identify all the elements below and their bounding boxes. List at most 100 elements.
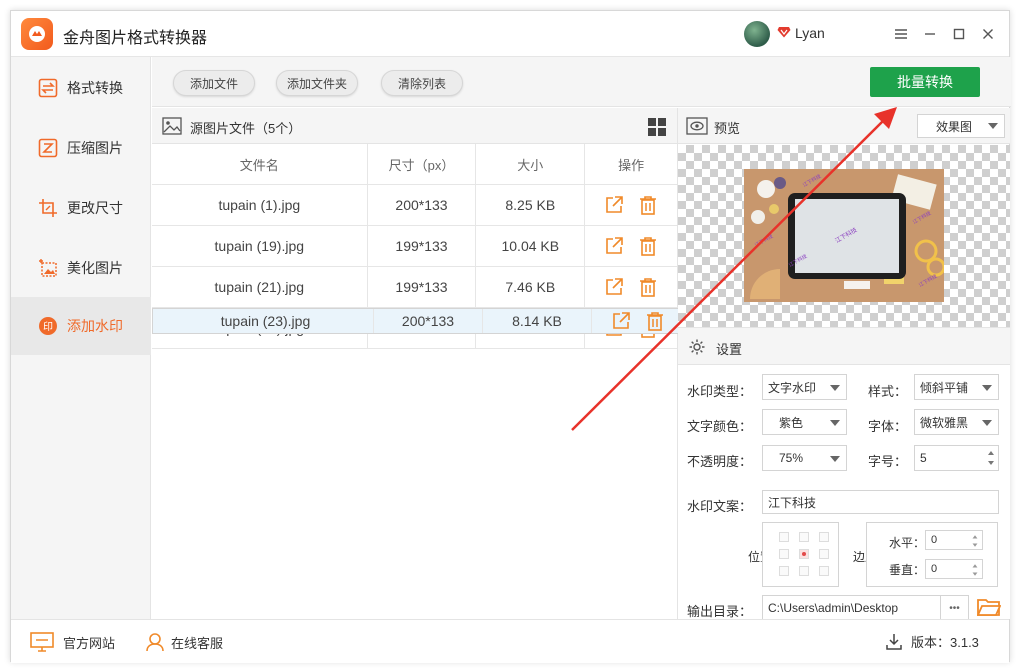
spinner-arrows-icon[interactable] bbox=[970, 561, 980, 579]
output-path-value: C:\Users\admin\Desktop bbox=[768, 601, 899, 615]
open-external-icon[interactable] bbox=[603, 235, 625, 257]
table-row[interactable]: tupain (19).jpg 199*133 10.04 KB bbox=[152, 226, 677, 267]
grid-view-icon[interactable] bbox=[647, 117, 667, 140]
style-label: 样式： bbox=[868, 384, 908, 399]
stamp-icon: 印 bbox=[37, 315, 59, 337]
file-table: 文件名 尺寸（px） 大小 操作 tupain (1).jpg 200*133 8.… bbox=[152, 144, 685, 349]
app-logo-icon bbox=[21, 18, 53, 50]
text-color-select[interactable]: 紫色 bbox=[762, 409, 847, 435]
open-external-icon[interactable] bbox=[603, 194, 625, 216]
vertical-margin-stepper[interactable]: 0 bbox=[925, 559, 983, 579]
username[interactable]: Lyan bbox=[795, 25, 825, 41]
file-name-cell: tupain (1).jpg bbox=[152, 185, 368, 225]
sidebar: 格式转换 压缩图片 更改尺寸 美化图片 印 添加水印 bbox=[11, 57, 151, 619]
version-label: 版本：3.1.3 bbox=[911, 635, 979, 650]
add-folder-button[interactable]: 添加文件夹 bbox=[276, 70, 358, 96]
chevron-down-icon bbox=[982, 420, 992, 426]
sidebar-item-resize[interactable]: 更改尺寸 bbox=[11, 179, 151, 237]
trash-icon[interactable] bbox=[644, 310, 666, 332]
preview-mode-select[interactable]: 效果图 bbox=[917, 114, 1005, 138]
toolbar: 添加文件 添加文件夹 清除列表 批量转换 bbox=[152, 57, 1011, 107]
watermark-text-value: 江下科技 bbox=[768, 495, 817, 510]
file-panel-header: 源图片文件（5个） bbox=[152, 108, 677, 144]
file-name-cell: tupain (19).jpg bbox=[152, 226, 368, 266]
close-icon[interactable] bbox=[975, 21, 1001, 47]
monitor-icon bbox=[30, 632, 54, 652]
text-color-label: 文字颜色： bbox=[687, 419, 753, 434]
online-support-link[interactable]: 在线客服 bbox=[145, 632, 223, 652]
settings-panel: 水印类型： 文字水印 样式： 倾斜平铺 文字颜色： 紫色 字体： 微软雅黑 不透… bbox=[678, 365, 1010, 621]
table-row[interactable]: tupain (1).jpg 200*133 8.25 KB bbox=[152, 185, 677, 226]
position-cell[interactable] bbox=[799, 566, 809, 576]
watermark-text-input[interactable]: 江下科技 bbox=[762, 490, 999, 514]
minimize-icon[interactable] bbox=[917, 21, 943, 47]
opacity-select[interactable]: 75% bbox=[762, 445, 847, 471]
sidebar-item-label: 添加水印 bbox=[67, 318, 123, 334]
actions-cell bbox=[592, 309, 684, 333]
position-cell[interactable] bbox=[819, 549, 829, 559]
position-cell[interactable] bbox=[819, 532, 829, 542]
position-cell[interactable] bbox=[779, 549, 789, 559]
batch-convert-button[interactable]: 批量转换 bbox=[870, 67, 980, 97]
vip-diamond-icon bbox=[777, 26, 791, 41]
official-website-label: 官方网站 bbox=[63, 635, 116, 651]
sidebar-item-format-convert[interactable]: 格式转换 bbox=[11, 59, 151, 117]
crop-icon bbox=[37, 197, 59, 219]
file-size-cell: 10.04 KB bbox=[476, 226, 586, 266]
open-external-icon[interactable] bbox=[603, 276, 625, 298]
position-cell[interactable] bbox=[799, 532, 809, 542]
table-row[interactable]: tupain (21).jpg 199*133 7.46 KB bbox=[152, 267, 677, 308]
folder-icon[interactable] bbox=[976, 596, 1002, 621]
footer: 官方网站 在线客服 版本：3.1.3 bbox=[11, 619, 1009, 663]
output-path-input[interactable]: C:\Users\admin\Desktop ••• bbox=[762, 595, 969, 621]
browse-dots-button[interactable]: ••• bbox=[940, 596, 968, 620]
actions-cell bbox=[585, 226, 677, 266]
preview-image: 江下科技 江下科技 江下科技 江下科技 江下科技 江下科技 bbox=[744, 169, 944, 302]
trash-icon[interactable] bbox=[637, 235, 659, 257]
dimensions-cell: 200*133 bbox=[374, 309, 483, 333]
sidebar-item-beautify[interactable]: 美化图片 bbox=[11, 239, 151, 297]
trash-icon[interactable] bbox=[637, 276, 659, 298]
sparkle-image-icon bbox=[37, 257, 59, 279]
sidebar-item-compress[interactable]: 压缩图片 bbox=[11, 119, 151, 177]
watermark-type-label: 水印类型： bbox=[687, 384, 753, 399]
font-size-label: 字号： bbox=[868, 454, 908, 469]
style-value: 倾斜平铺 bbox=[920, 380, 969, 395]
preview-canvas: 江下科技 江下科技 江下科技 江下科技 江下科技 江下科技 bbox=[678, 145, 1010, 327]
table-row[interactable]: tupain (23).jpg 200*133 8.14 KB bbox=[152, 308, 685, 334]
menu-icon[interactable] bbox=[888, 21, 914, 47]
gear-icon bbox=[688, 338, 706, 359]
app-window: 金舟图片格式转换器 Lyan 格式转换 压缩图片 更改尺寸 美化图片 印 添加水… bbox=[10, 10, 1011, 663]
font-size-stepper[interactable]: 5 bbox=[914, 445, 999, 471]
position-cell[interactable] bbox=[779, 566, 789, 576]
settings-header: 设置 bbox=[678, 327, 1010, 365]
style-select[interactable]: 倾斜平铺 bbox=[914, 374, 999, 400]
file-size-cell: 8.14 KB bbox=[483, 309, 592, 333]
position-grid[interactable] bbox=[762, 522, 839, 587]
spinner-arrows-icon[interactable] bbox=[970, 532, 980, 550]
clear-list-button[interactable]: 清除列表 bbox=[381, 70, 463, 96]
watermark-text-label: 水印文案： bbox=[687, 499, 753, 514]
vertical-label: 垂直： bbox=[889, 563, 926, 577]
file-size-cell: 7.46 KB bbox=[476, 267, 586, 307]
download-icon[interactable] bbox=[885, 633, 903, 651]
position-cell-selected[interactable] bbox=[799, 549, 809, 559]
font-select[interactable]: 微软雅黑 bbox=[914, 409, 999, 435]
official-website-link[interactable]: 官方网站 bbox=[29, 632, 115, 652]
sidebar-item-watermark[interactable]: 印 添加水印 bbox=[11, 297, 151, 355]
spinner-arrows-icon[interactable] bbox=[986, 447, 996, 469]
trash-icon[interactable] bbox=[637, 194, 659, 216]
watermark-type-select[interactable]: 文字水印 bbox=[762, 374, 847, 400]
add-file-button[interactable]: 添加文件 bbox=[173, 70, 255, 96]
open-external-icon[interactable] bbox=[610, 310, 632, 332]
font-size-value: 5 bbox=[920, 451, 927, 465]
horizontal-margin-stepper[interactable]: 0 bbox=[925, 530, 983, 550]
avatar[interactable] bbox=[744, 21, 770, 47]
version-info: 版本：3.1.3 bbox=[885, 632, 979, 651]
chevron-down-icon bbox=[830, 456, 840, 462]
position-cell[interactable] bbox=[779, 532, 789, 542]
sidebar-item-label: 更改尺寸 bbox=[67, 200, 123, 216]
position-cell[interactable] bbox=[819, 566, 829, 576]
maximize-icon[interactable] bbox=[946, 21, 972, 47]
actions-cell bbox=[585, 267, 677, 307]
